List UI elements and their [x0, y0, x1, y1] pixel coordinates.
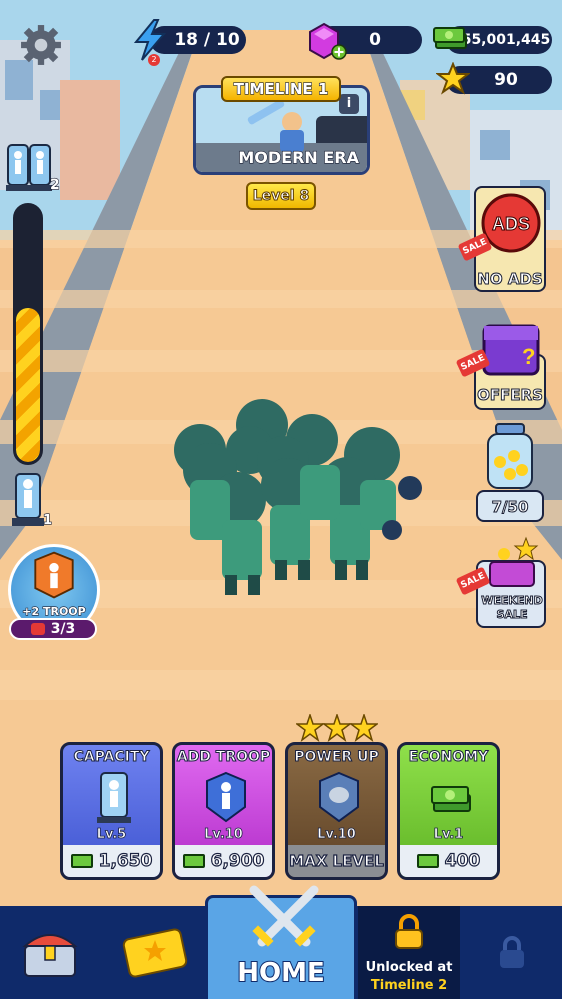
card-level: Lv.10	[204, 827, 244, 843]
golden-ticket-icon	[122, 928, 188, 977]
weekend-label-line1: WEEKEND	[481, 594, 544, 608]
upgrade-card-capacity[interactable]: CAPACITY Lv.5 1,650	[60, 742, 163, 880]
troop-bonus-counter: 3/3	[9, 618, 97, 640]
card-title: POWER UP	[294, 749, 379, 766]
home-label: HOME	[236, 957, 326, 989]
nav-home-tab[interactable]: HOME	[205, 885, 357, 999]
info-icon[interactable]: i	[339, 94, 359, 114]
upgrade-card-add-troop[interactable]: ADD TROOP Lv.10 6,900	[172, 742, 275, 880]
coin-jar-icon	[487, 423, 533, 489]
troop-bonus-label: +2 TROOP	[22, 604, 87, 618]
jar-counter: 7/50	[491, 498, 529, 517]
economy-cash-icon	[431, 786, 471, 812]
power-up-icon	[319, 771, 359, 823]
offers-label: OFFERS	[477, 386, 544, 405]
star-value: 90	[494, 70, 518, 90]
weekend-label-line2: SALE	[496, 608, 528, 622]
upgrade-card-economy[interactable]: ECONOMY Lv.1 400	[397, 742, 500, 880]
troop-bottom-count: 1	[42, 512, 53, 528]
era-label: MODERN ERA	[238, 147, 360, 167]
capacity-icon	[97, 772, 131, 823]
card-level: Lv.5	[96, 827, 127, 843]
card-title: ADD TROOP	[176, 749, 271, 766]
video-ad-icon	[30, 623, 45, 635]
card-price: 1,650	[63, 845, 160, 877]
no-ads-button[interactable]: ADS SALE NO ADS	[457, 186, 548, 292]
padlock-icon	[395, 914, 423, 949]
cash-icon	[70, 854, 93, 868]
chest-icon	[22, 933, 78, 977]
troop-capacity-icon	[6, 144, 52, 191]
power-up-stars	[296, 714, 378, 742]
card-level: Lv.1	[433, 827, 464, 843]
upgrade-card-power-up[interactable]: POWER UP Lv.10 MAX LEVEL	[285, 742, 388, 880]
cash-icon	[416, 854, 439, 868]
progress-fill	[16, 308, 40, 462]
nav-pass-tab[interactable]	[105, 906, 205, 999]
star-icon	[436, 62, 470, 95]
progress-bar	[13, 203, 43, 465]
shopping-basket-icon	[489, 536, 539, 587]
weekend-sale-button[interactable]: SALE WEEKEND SALE	[455, 536, 550, 628]
card-price: MAX LEVEL	[288, 845, 385, 877]
gem-value: 0	[369, 30, 381, 50]
offers-button[interactable]: ? SALE OFFERS	[455, 314, 548, 410]
card-price-value: 400	[444, 850, 481, 871]
crossed-swords-icon	[249, 885, 319, 947]
add-troop-icon	[206, 771, 246, 823]
svg-text:?: ?	[522, 344, 535, 369]
locked-line1: Unlocked at	[365, 960, 453, 975]
ads-icon-text: ADS	[492, 214, 530, 234]
energy-badge: 2	[148, 54, 160, 66]
nav-chest-tab[interactable]	[0, 906, 100, 999]
card-price: 400	[400, 845, 497, 877]
mystery-box-icon: ?	[482, 324, 540, 376]
troop-bonus-counter-value: 3/3	[50, 621, 76, 637]
single-troop-icon	[12, 473, 44, 526]
timeline-tag: TIMELINE 1	[221, 76, 341, 102]
locked-line2: Timeline 2	[370, 978, 448, 993]
nav-locked-tab-2[interactable]	[462, 906, 562, 999]
card-price-value: 1,650	[98, 850, 153, 871]
card-price-value: 6,900	[210, 850, 265, 871]
cash-stack-icon	[433, 27, 467, 49]
level-tag: Level 8	[246, 182, 316, 210]
card-level: Lv.10	[317, 827, 357, 843]
cash-icon	[182, 854, 205, 868]
padlock-dim-icon	[500, 935, 524, 968]
card-title: ECONOMY	[408, 749, 489, 766]
settings-gear-icon[interactable]	[20, 24, 62, 66]
card-title: CAPACITY	[73, 749, 150, 766]
nav-locked-tab[interactable]: Unlocked at Timeline 2	[358, 906, 460, 999]
card-price: 6,900	[175, 845, 272, 877]
card-price-value: MAX LEVEL	[289, 851, 385, 870]
troop-top-count: 2	[49, 176, 60, 193]
no-ads-label: NO ADS	[477, 270, 543, 289]
add-gem-icon[interactable]	[331, 44, 347, 60]
coin-jar-button[interactable]: 7/50	[476, 422, 552, 522]
